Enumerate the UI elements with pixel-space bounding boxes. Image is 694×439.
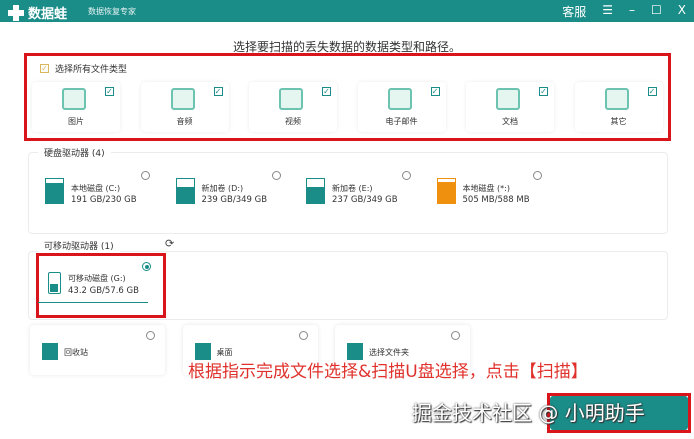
title-bar: 数据蛙 数据恢复专家 客服 ☰ – ☐ X	[0, 0, 694, 22]
location-label: 回收站	[64, 348, 88, 357]
drive-size: 43.2 GB/57.6 GB	[68, 286, 139, 296]
app-name: 数据蛙	[28, 7, 68, 22]
location-radio[interactable]	[146, 331, 155, 340]
file-type-card[interactable]: ✓ 电子邮件	[358, 82, 446, 132]
file-type-card[interactable]: ✓ 图片	[32, 82, 120, 132]
drive-usage-bar	[436, 178, 456, 204]
file-type-label: 电子邮件	[385, 117, 418, 126]
drive-name: 本地磁盘 (C:)	[71, 184, 121, 193]
drive-radio[interactable]	[271, 171, 281, 180]
drive-name: 新加卷 (D:)	[201, 184, 244, 193]
location-card[interactable]: 回收站	[30, 325, 165, 375]
drive-name: 本地磁盘 (*:)	[462, 184, 510, 193]
location-radio[interactable]	[451, 331, 460, 340]
drive-size: 239 GB/349 GB	[201, 195, 268, 205]
file-type-card[interactable]: ✓ 音频	[141, 82, 229, 132]
drive-radio[interactable]	[141, 171, 150, 180]
maximize-button[interactable]: ☐	[651, 3, 662, 20]
drive-usage-bar	[45, 178, 64, 204]
file-type-label: 文档	[502, 117, 518, 126]
drive-usage-bar	[175, 178, 195, 204]
hard-drives-title: 硬盘驱动器 (4)	[38, 146, 111, 159]
file-type-label: 音频	[176, 117, 193, 126]
file-type-checkbox[interactable]: ✓	[647, 87, 657, 96]
file-type-checkbox[interactable]: ✓	[322, 87, 331, 96]
select-all-label: 选择所有文件类型	[55, 65, 128, 75]
file-type-card[interactable]: ✓ 视频	[249, 82, 337, 132]
document-icon	[496, 88, 520, 110]
refresh-icon[interactable]: ⟳	[165, 237, 174, 250]
close-button[interactable]: X	[678, 3, 686, 20]
annotation-text: 根据指示完成文件选择&扫描U盘选择，点击【扫描】	[188, 362, 588, 382]
file-type-label: 图片	[68, 117, 84, 126]
video-icon	[279, 88, 303, 110]
file-type-label: 视频	[285, 117, 301, 126]
support-button[interactable]: 客服	[562, 3, 586, 20]
drive-size: 237 GB/349 GB	[332, 195, 398, 205]
file-type-checkbox[interactable]: ✓	[105, 87, 114, 96]
file-type-card[interactable]: ✓ 其它	[575, 82, 663, 132]
menu-icon[interactable]: ☰	[602, 3, 613, 20]
drive-radio[interactable]	[532, 171, 542, 180]
minimize-button[interactable]: –	[629, 3, 635, 20]
file-type-label: 其它	[610, 117, 627, 126]
trash-icon	[42, 343, 58, 360]
drive-usage-bar	[306, 178, 325, 204]
watermark: 掘金技术社区 @ 小明助手	[412, 401, 645, 425]
drive-name: 新加卷 (E:)	[332, 184, 373, 193]
selected-underline	[38, 302, 148, 303]
app-subtitle: 数据恢复专家	[88, 7, 136, 16]
file-type-card[interactable]: ✓ 文档	[466, 82, 554, 132]
location-radio[interactable]	[298, 331, 308, 340]
checkbox[interactable]: ✓	[40, 64, 49, 73]
drive-name: 可移动磁盘 (G:)	[68, 274, 126, 283]
drive-radio[interactable]	[402, 171, 411, 180]
select-all-checkbox[interactable]: ✓ 选择所有文件类型	[40, 62, 127, 75]
logo-cross-icon	[8, 4, 24, 21]
music-icon	[170, 88, 195, 110]
email-icon	[387, 88, 412, 110]
usb-icon	[48, 272, 61, 294]
other-icon	[604, 88, 629, 110]
file-type-checkbox[interactable]: ✓	[430, 87, 440, 96]
removable-title: 可移动驱动器 (1)	[38, 239, 120, 252]
drive-size: 191 GB/230 GB	[71, 195, 137, 205]
drive-size: 505 MB/588 MB	[462, 195, 530, 205]
image-icon	[62, 88, 86, 110]
drive-g-radio[interactable]	[142, 262, 151, 271]
app-logo: 数据蛙	[8, 3, 67, 22]
file-type-checkbox[interactable]: ✓	[213, 87, 223, 96]
file-type-checkbox[interactable]: ✓	[539, 87, 548, 96]
